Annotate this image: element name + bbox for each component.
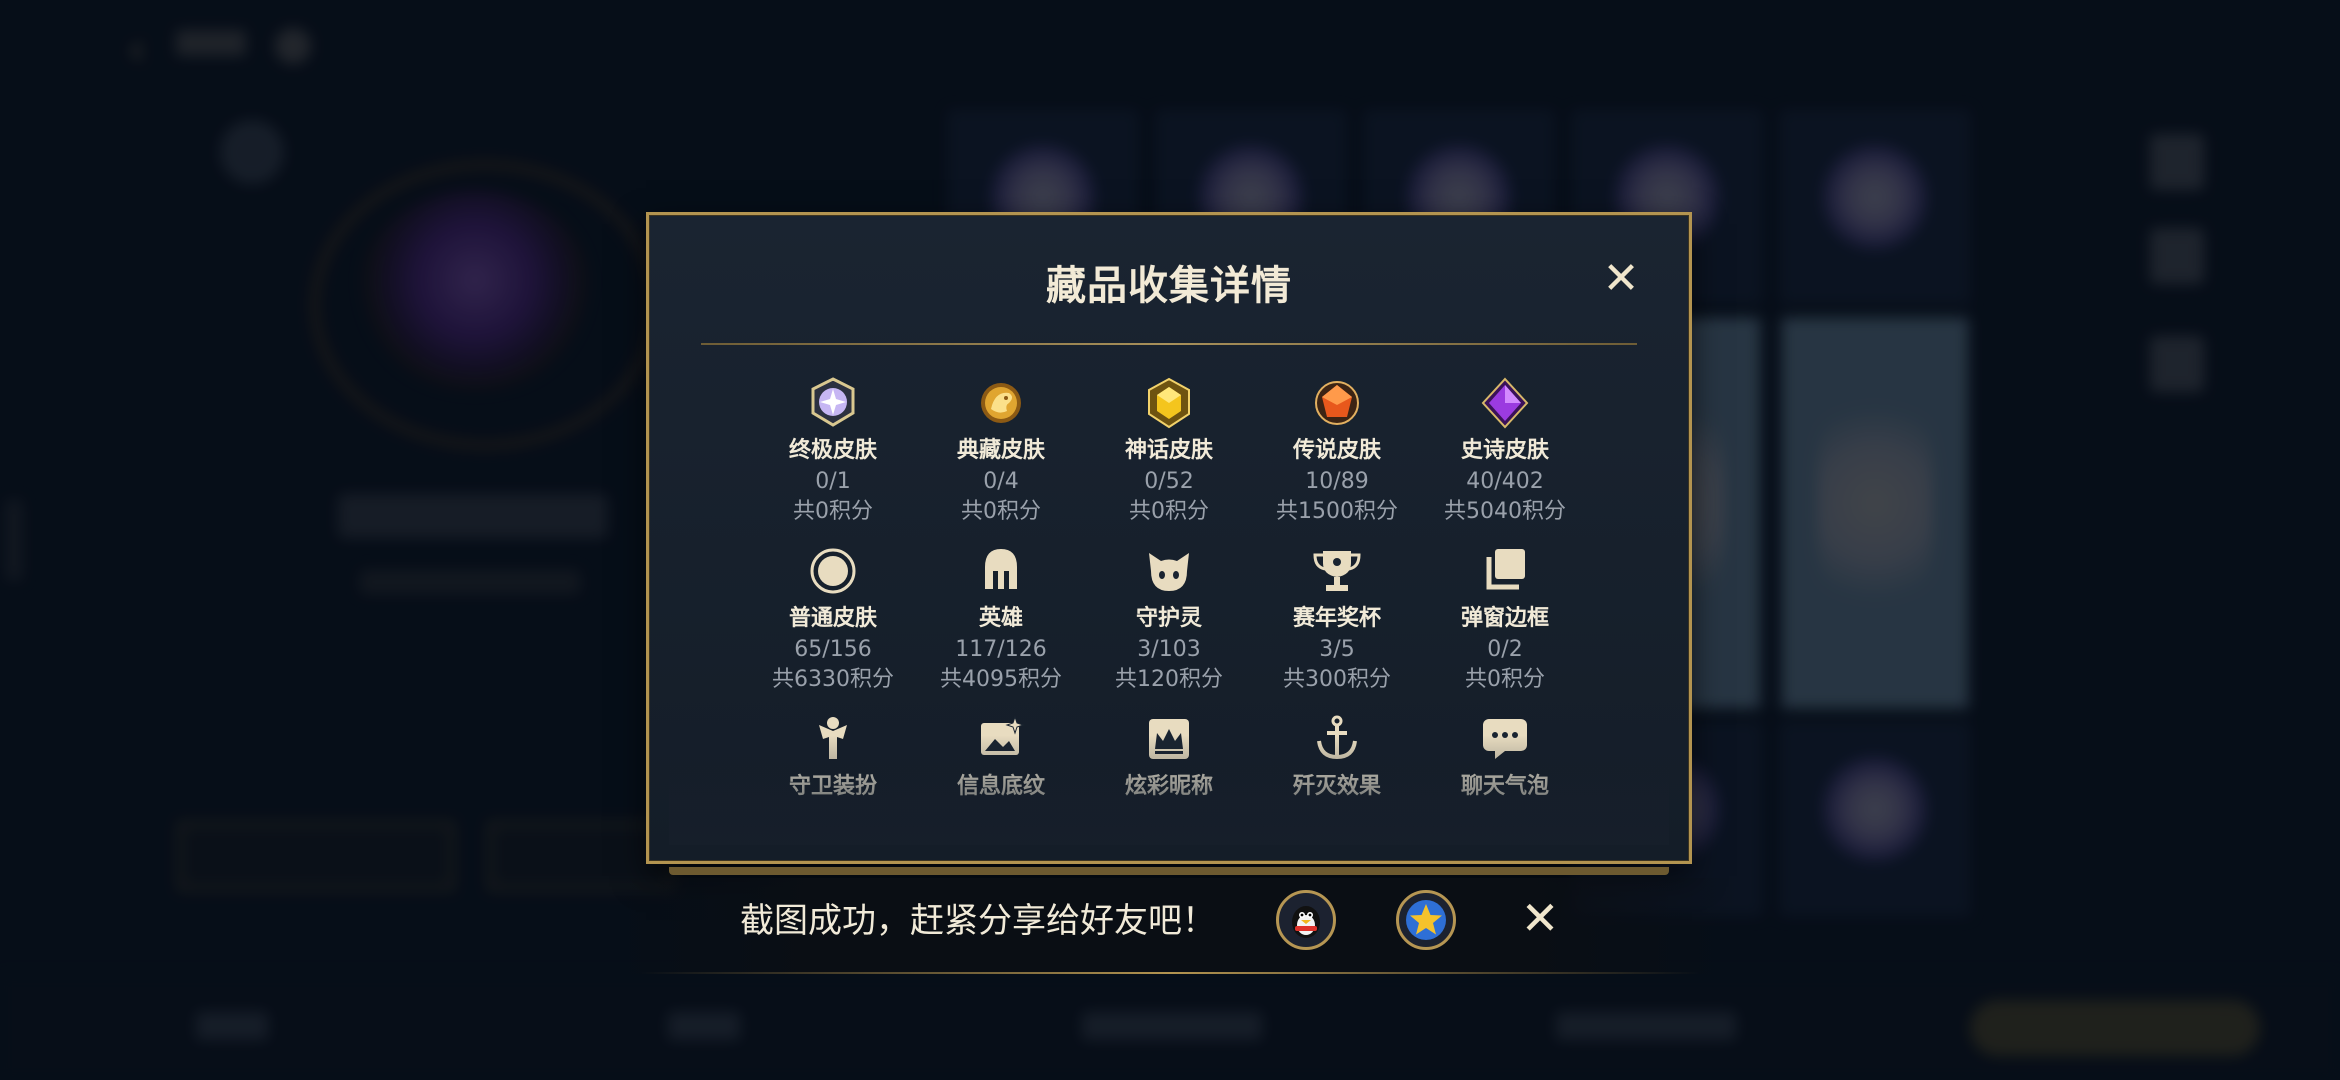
collection-item-count: 3/5 bbox=[1319, 637, 1355, 662]
collection-item: 终极皮肤 0/1 共0积分 bbox=[749, 375, 917, 527]
myth-skin-icon bbox=[1085, 375, 1253, 431]
normal-skin-icon bbox=[749, 543, 917, 599]
collection-grid: 终极皮肤 0/1 共0积分 典藏皮肤 0/4 共0积分 神话皮肤 0/52 共0积分 传说皮肤 10… bbox=[749, 375, 1589, 835]
close-icon[interactable]: ✕ bbox=[1601, 257, 1641, 301]
trophy-icon bbox=[1253, 543, 1421, 599]
collection-item-points: 共0积分 bbox=[1465, 667, 1545, 692]
guard-outfit-icon bbox=[749, 711, 917, 767]
collection-item-count: 3/103 bbox=[1137, 637, 1201, 662]
chat-bubble-icon bbox=[1421, 711, 1589, 767]
qq-penguin-icon bbox=[1292, 906, 1320, 938]
collection-item-name: 史诗皮肤 bbox=[1460, 438, 1549, 463]
close-icon[interactable]: ✕ bbox=[1518, 895, 1562, 941]
collection-item-count: 0/52 bbox=[1144, 469, 1194, 494]
collection-item-points: 共6330积分 bbox=[772, 667, 894, 692]
collection-item: 歼灭效果 bbox=[1253, 711, 1421, 803]
collection-item-name: 神话皮肤 bbox=[1124, 438, 1213, 463]
collection-item: 守卫装扮 bbox=[749, 711, 917, 803]
collection-item-name: 赛年奖杯 bbox=[1292, 606, 1381, 631]
collection-detail-dialog: 藏品收集详情 ✕ 终极皮肤 0/1 共0积分 典藏皮肤 0/4 共0积分 神话皮肤 0/52 共… bbox=[646, 212, 1692, 875]
collection-item-name: 歼灭效果 bbox=[1292, 774, 1381, 799]
collection-item-points: 共0积分 bbox=[793, 499, 873, 524]
collection-item-count: 10/89 bbox=[1305, 469, 1369, 494]
collection-item-points: 共1500积分 bbox=[1276, 499, 1398, 524]
dialog-title: 藏品收集详情 bbox=[1046, 263, 1292, 309]
collection-item: 史诗皮肤 40/402 共5040积分 bbox=[1421, 375, 1589, 527]
dragon-skin-icon bbox=[917, 375, 1085, 431]
collection-item: 典藏皮肤 0/4 共0积分 bbox=[917, 375, 1085, 527]
collection-item: 神话皮肤 0/52 共0积分 bbox=[1085, 375, 1253, 527]
collection-item-name: 普通皮肤 bbox=[788, 606, 877, 631]
collection-item-points: 共0积分 bbox=[961, 499, 1041, 524]
collection-item: 聊天气泡 bbox=[1421, 711, 1589, 803]
collection-item: 炫彩昵称 bbox=[1085, 711, 1253, 803]
collection-item: 信息底纹 bbox=[917, 711, 1085, 803]
collection-item-count: 0/1 bbox=[815, 469, 851, 494]
title-divider bbox=[701, 343, 1637, 345]
collection-item: 普通皮肤 65/156 共6330积分 bbox=[749, 543, 917, 695]
collection-item-count: 0/4 bbox=[983, 469, 1019, 494]
helmet-icon bbox=[917, 543, 1085, 599]
legend-skin-icon bbox=[1253, 375, 1421, 431]
collection-item-count: 117/126 bbox=[955, 637, 1047, 662]
collection-item: 弹窗边框 0/2 共0积分 bbox=[1421, 543, 1589, 695]
qzone-star-icon bbox=[1406, 900, 1446, 940]
share-qzone-button[interactable] bbox=[1396, 890, 1456, 950]
collection-item-name: 守护灵 bbox=[1135, 606, 1202, 631]
popup-frame-icon bbox=[1421, 543, 1589, 599]
collection-item-name: 炫彩昵称 bbox=[1124, 774, 1213, 799]
share-toast: 截图成功，赶紧分享给好友吧！ ✕ bbox=[600, 878, 1740, 974]
info-pattern-icon bbox=[917, 711, 1085, 767]
collection-item-name: 弹窗边框 bbox=[1460, 606, 1549, 631]
collection-item: 传说皮肤 10/89 共1500积分 bbox=[1253, 375, 1421, 527]
collection-item-count: 40/402 bbox=[1466, 469, 1544, 494]
share-qq-button[interactable] bbox=[1276, 890, 1336, 950]
collection-item-name: 聊天气泡 bbox=[1460, 774, 1549, 799]
collection-item-name: 守卫装扮 bbox=[788, 774, 877, 799]
collection-item-points: 共0积分 bbox=[1129, 499, 1209, 524]
collection-item-name: 终极皮肤 bbox=[788, 438, 877, 463]
guardian-spirit-icon bbox=[1085, 543, 1253, 599]
collection-item-name: 信息底纹 bbox=[956, 774, 1045, 799]
collection-item-count: 0/2 bbox=[1487, 637, 1523, 662]
collection-item-points: 共300积分 bbox=[1283, 667, 1391, 692]
collection-item-points: 共4095积分 bbox=[940, 667, 1062, 692]
colorful-name-icon bbox=[1085, 711, 1253, 767]
collection-item-name: 典藏皮肤 bbox=[956, 438, 1045, 463]
collection-item-name: 英雄 bbox=[978, 606, 1023, 631]
collection-item-points: 共5040积分 bbox=[1444, 499, 1566, 524]
collection-item-name: 传说皮肤 bbox=[1292, 438, 1381, 463]
toast-message: 截图成功，赶紧分享给好友吧！ bbox=[740, 901, 1216, 941]
collection-item: 赛年奖杯 3/5 共300积分 bbox=[1253, 543, 1421, 695]
collection-item-count: 65/156 bbox=[794, 637, 872, 662]
collection-item: 守护灵 3/103 共120积分 bbox=[1085, 543, 1253, 695]
collection-item-points: 共120积分 bbox=[1115, 667, 1223, 692]
annihilate-effect-icon bbox=[1253, 711, 1421, 767]
collection-item: 英雄 117/126 共4095积分 bbox=[917, 543, 1085, 695]
epic-skin-icon bbox=[1421, 375, 1589, 431]
ultimate-skin-icon bbox=[749, 375, 917, 431]
